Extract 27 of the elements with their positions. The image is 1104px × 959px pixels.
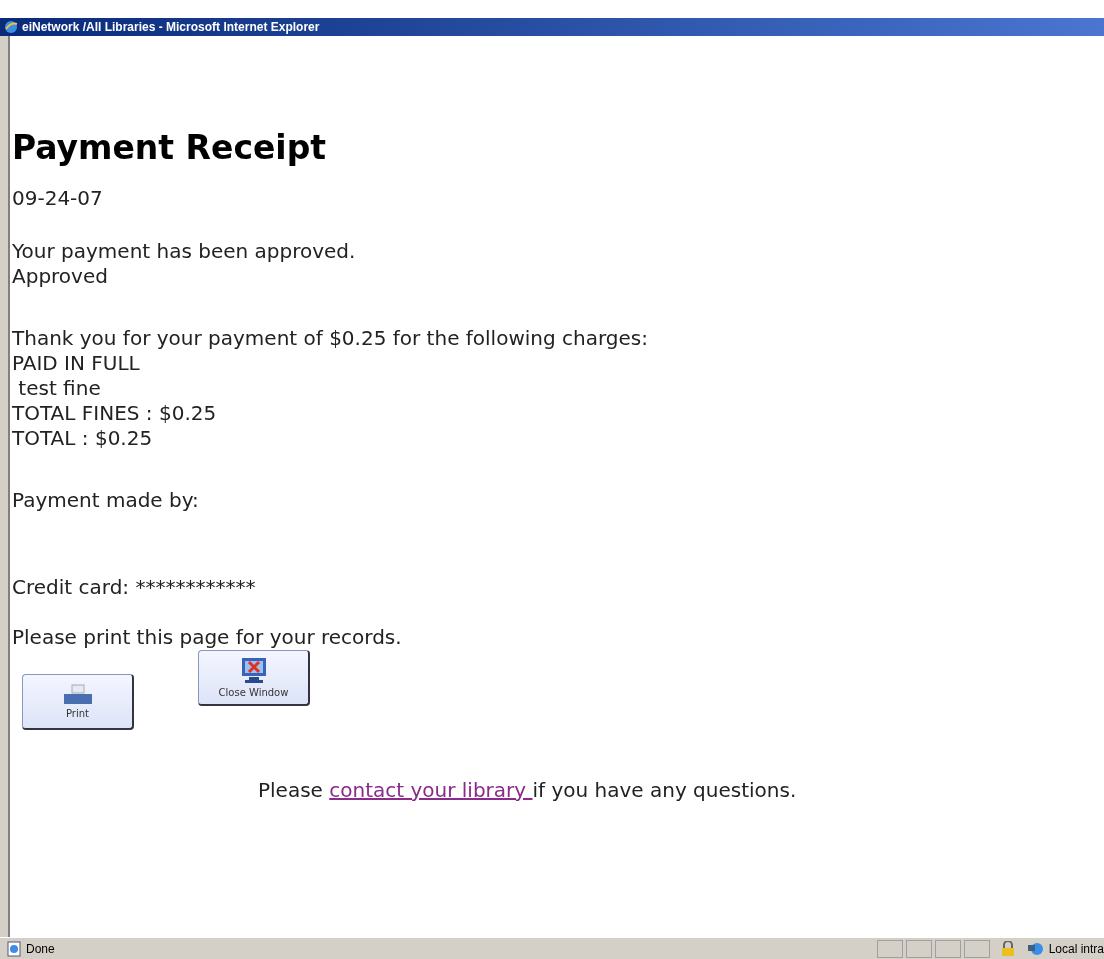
contact-link[interactable]: contact your library: [329, 778, 533, 802]
lock-icon: [1000, 940, 1015, 957]
print-button[interactable]: Print: [22, 674, 134, 730]
contact-sentence: Please contact your library if you have any questions.: [258, 778, 798, 803]
printer-icon: [62, 684, 93, 706]
network-globe-icon: [1026, 940, 1045, 957]
approval-message: Your payment has been approved.: [12, 239, 357, 264]
page-heading: Payment Receipt: [12, 128, 328, 168]
charge-line: TOTAL FINES : $0.25: [12, 401, 218, 426]
security-zone: Local intra: [1048, 940, 1104, 958]
status-text: Done: [26, 940, 56, 958]
status-pane: [934, 939, 961, 958]
browser-icon: [4, 20, 18, 34]
status-pane: [905, 939, 932, 958]
status-pane: [876, 939, 903, 958]
charge-line: test fine: [17, 376, 102, 401]
status-pane: [963, 939, 990, 958]
charge-line: Thank you for your payment of $0.25 for the following charges:: [12, 326, 649, 351]
charge-line: PAID IN FULL: [12, 351, 141, 376]
credit-card-text: Credit card: ************: [12, 575, 257, 600]
approval-message: Approved: [12, 264, 109, 289]
close-window-button[interactable]: Close Window: [198, 650, 310, 706]
payer-label: Payment made by:: [12, 488, 200, 513]
charge-line: TOTAL : $0.25: [12, 426, 154, 451]
print-note: Please print this page for your records.: [12, 625, 403, 650]
receipt-date: 09-24-07: [12, 186, 104, 211]
window-title: eiNetwork /All Libraries - Microsoft Internet Explorer: [22, 19, 320, 36]
